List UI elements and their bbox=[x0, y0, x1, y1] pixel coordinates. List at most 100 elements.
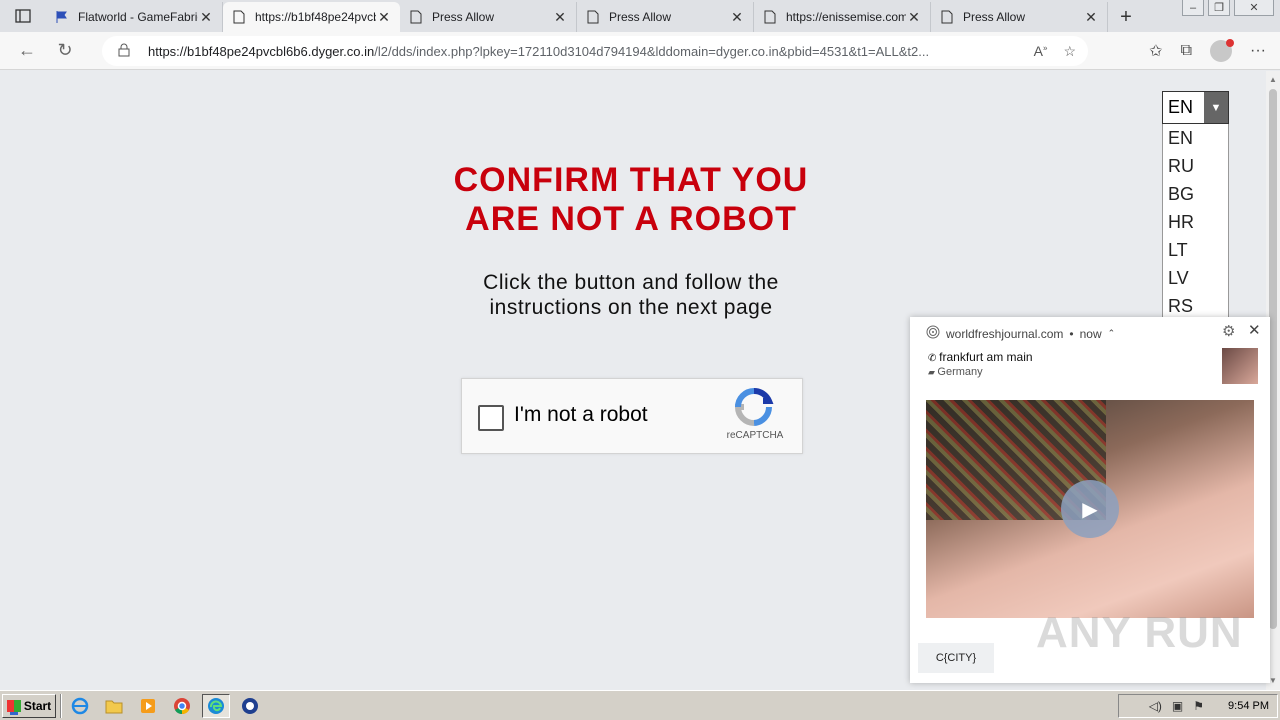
recaptcha-brand: reCAPTCHA bbox=[726, 430, 784, 441]
media-player-icon[interactable] bbox=[134, 694, 162, 718]
tab-3[interactable]: Press Allow ✕ bbox=[400, 2, 577, 32]
close-window-button[interactable]: ✕ bbox=[1234, 0, 1274, 16]
system-tray: ◁) ▣ ⚑ 9:54 PM bbox=[1118, 694, 1278, 718]
refresh-button[interactable]: ↻ bbox=[46, 35, 84, 67]
collections-icon[interactable]: ⧉ bbox=[1181, 42, 1192, 60]
tab-title: https://enissemise.com bbox=[786, 10, 906, 24]
address-bar[interactable]: https://b1bf48pe24pvcbl6b6.dyger.co.in/l… bbox=[102, 36, 1088, 66]
notification-header: worldfreshjournal.com • now ⌃ bbox=[926, 325, 1115, 342]
plus-icon: + bbox=[1120, 5, 1132, 28]
globe-app-icon[interactable] bbox=[236, 694, 264, 718]
more-menu-icon[interactable]: ··· bbox=[1250, 42, 1266, 60]
language-selected: EN bbox=[1168, 97, 1194, 117]
tab-actions-icon bbox=[15, 9, 31, 23]
close-icon[interactable]: ✕ bbox=[1248, 321, 1261, 339]
captcha-checkbox[interactable] bbox=[478, 405, 504, 431]
notification-time: now bbox=[1079, 326, 1102, 341]
page-heading: CONFIRM THAT YOU ARE NOT A ROBOT bbox=[453, 161, 809, 238]
language-option[interactable]: HR bbox=[1163, 208, 1228, 236]
language-option[interactable]: LT bbox=[1163, 236, 1228, 264]
notification-body: ▰ Germany bbox=[928, 366, 983, 378]
close-tab-icon[interactable]: ✕ bbox=[729, 9, 745, 25]
notification-action-button[interactable]: С{CITY} bbox=[918, 643, 994, 673]
restore-button[interactable]: ❐ bbox=[1208, 0, 1230, 16]
notification-title-text: frankfurt am main bbox=[939, 350, 1033, 364]
page-icon bbox=[939, 9, 955, 25]
tab-1[interactable]: Flatworld - GameFabrique ✕ bbox=[46, 2, 223, 32]
language-option[interactable]: LV bbox=[1163, 264, 1228, 292]
tab-2[interactable]: https://b1bf48pe24pvcbl6b6.dyger.co.in ✕ bbox=[223, 2, 400, 32]
chrome-icon[interactable] bbox=[168, 694, 196, 718]
language-option[interactable]: EN bbox=[1163, 124, 1228, 152]
page-icon bbox=[231, 9, 247, 25]
windows-logo-icon bbox=[6, 699, 21, 712]
language-option[interactable]: RS bbox=[1163, 292, 1228, 320]
tab-title: Press Allow bbox=[963, 10, 1026, 24]
tab-title: Flatworld - GameFabrique bbox=[78, 10, 198, 24]
tab-5[interactable]: https://enissemise.com ✕ bbox=[754, 2, 931, 32]
start-label: Start bbox=[23, 698, 52, 713]
recaptcha-widget[interactable]: I'm not a robot reCAPTCHA bbox=[461, 378, 803, 454]
page-instructions: Click the button and follow the instruct… bbox=[483, 271, 779, 319]
notification-image[interactable]: ▶ bbox=[926, 400, 1254, 618]
ie-icon[interactable] bbox=[66, 694, 94, 718]
minimize-button[interactable]: – bbox=[1182, 0, 1204, 16]
separator-dot: • bbox=[1069, 326, 1074, 341]
language-options: EN RU BG HR LT LV RS bbox=[1162, 124, 1229, 321]
phone-icon: ✆ bbox=[928, 353, 940, 364]
tab-title: Press Allow bbox=[609, 10, 672, 24]
anyrun-watermark: ANY RUN bbox=[1036, 608, 1243, 657]
close-tab-icon[interactable]: ✕ bbox=[198, 9, 214, 25]
close-tab-icon[interactable]: ✕ bbox=[376, 9, 392, 25]
chevron-up-icon[interactable]: ⌃ bbox=[1108, 328, 1116, 339]
taskbar-separator bbox=[60, 693, 62, 718]
page-icon bbox=[408, 9, 424, 25]
language-option[interactable]: RU bbox=[1163, 152, 1228, 180]
network-icon[interactable]: ▣ bbox=[1172, 699, 1183, 713]
start-button[interactable]: Start bbox=[2, 693, 56, 718]
language-dropdown[interactable]: EN ▼ EN RU BG HR LT LV RS bbox=[1162, 91, 1229, 321]
browser-toolbar: ← ↻ https://b1bf48pe24pvcbl6b6.dyger.co.… bbox=[0, 32, 1280, 70]
tab-title: Press Allow bbox=[432, 10, 495, 24]
fingerprint-icon bbox=[926, 325, 940, 342]
add-favorite-icon[interactable]: ☆ bbox=[1063, 43, 1076, 60]
captcha-label: I'm not a robot bbox=[514, 403, 648, 426]
folder-icon[interactable] bbox=[100, 694, 128, 718]
language-select[interactable]: EN ▼ bbox=[1162, 91, 1229, 124]
new-tab-button[interactable]: + bbox=[1108, 2, 1144, 32]
back-button[interactable]: ← bbox=[8, 35, 46, 67]
tab-4[interactable]: Press Allow ✕ bbox=[577, 2, 754, 32]
close-tab-icon[interactable]: ✕ bbox=[552, 9, 568, 25]
recaptcha-logo-icon bbox=[734, 387, 774, 426]
profile-avatar[interactable] bbox=[1210, 39, 1235, 62]
clock: 9:54 PM bbox=[1228, 700, 1269, 712]
notification-site: worldfreshjournal.com bbox=[946, 326, 1064, 341]
lock-icon bbox=[118, 43, 132, 60]
notification-thumbnail bbox=[1222, 348, 1258, 384]
url-text: https://b1bf48pe24pvcbl6b6.dyger.co.in/l… bbox=[148, 44, 1024, 59]
page-icon bbox=[762, 9, 778, 25]
flag-tray-icon[interactable]: ⚑ bbox=[1193, 699, 1204, 713]
tab-strip: Flatworld - GameFabrique ✕ https://b1bf4… bbox=[0, 0, 1280, 32]
close-tab-icon[interactable]: ✕ bbox=[1083, 9, 1099, 25]
edge-icon[interactable] bbox=[202, 693, 230, 718]
tab-actions-button[interactable] bbox=[0, 0, 46, 32]
tab-6[interactable]: Press Allow ✕ bbox=[931, 2, 1108, 32]
flag-icon bbox=[54, 9, 70, 25]
play-icon[interactable]: ▶ bbox=[1061, 480, 1119, 538]
speaker-icon[interactable]: ◁) bbox=[1149, 699, 1162, 713]
scroll-up-icon[interactable]: ▲ bbox=[1268, 75, 1278, 85]
read-aloud-icon[interactable]: A» bbox=[1034, 43, 1048, 60]
url-domain: https://b1bf48pe24pvcbl6b6.dyger.co.in bbox=[148, 43, 375, 59]
chat-bubble-icon: ▰ bbox=[928, 367, 938, 377]
refresh-icon: ↻ bbox=[57, 40, 73, 60]
favorites-icon[interactable]: ✩ bbox=[1149, 41, 1162, 61]
notification-body-text: Germany bbox=[937, 366, 983, 378]
scrollbar-thumb[interactable] bbox=[1269, 89, 1277, 629]
language-option[interactable]: BG bbox=[1163, 180, 1228, 208]
notification-title: ✆ frankfurt am main bbox=[928, 350, 1033, 364]
tab-title: https://b1bf48pe24pvcbl6b6.dyger.co.in bbox=[255, 10, 376, 24]
settings-gear-icon[interactable]: ⚙ bbox=[1222, 322, 1235, 340]
close-tab-icon[interactable]: ✕ bbox=[906, 9, 922, 25]
url-path: /l2/dds/index.php?lpkey=172110d3104d7941… bbox=[374, 43, 930, 59]
